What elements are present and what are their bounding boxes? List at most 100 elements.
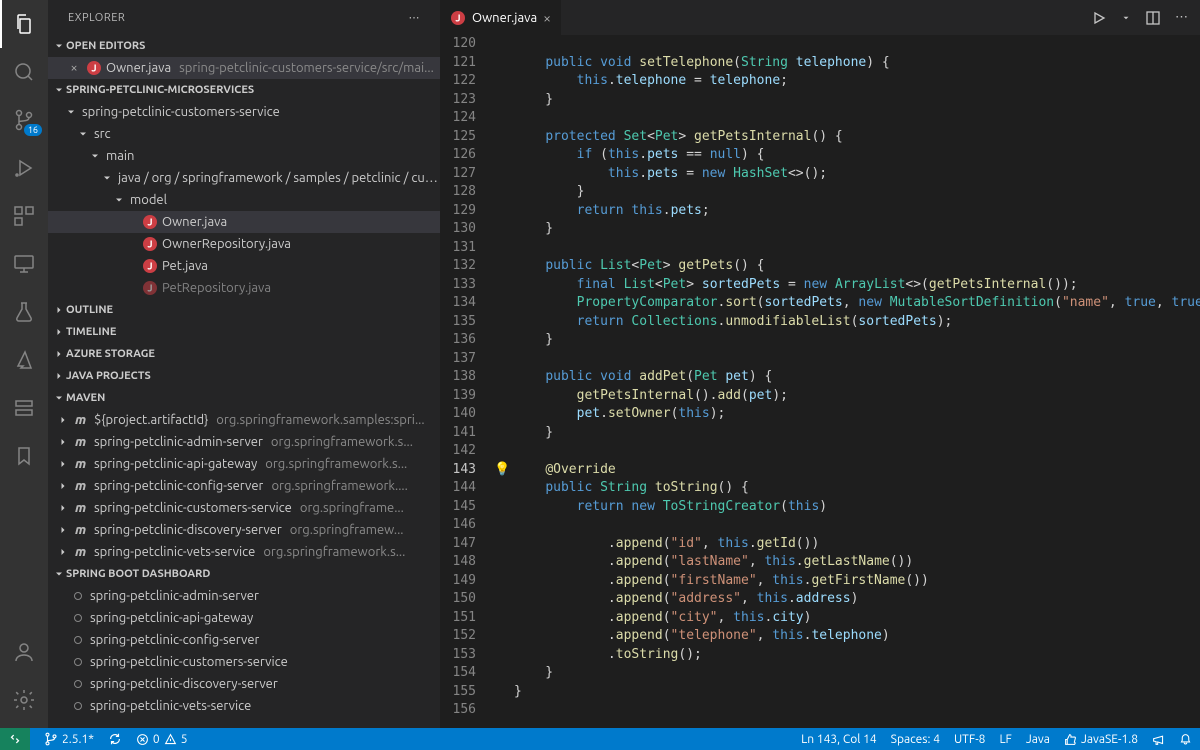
maven-project-item[interactable]: m${project.artifactId}org.springframewor… [48, 409, 440, 431]
monitor-icon [12, 252, 36, 276]
maven-project-item[interactable]: mspring-petclinic-config-serverorg.sprin… [48, 475, 440, 497]
code-content[interactable]: public void setTelephone(String telephon… [514, 35, 1200, 728]
tab-close-icon[interactable]: × [543, 10, 551, 26]
status-ln-col[interactable]: Ln 143, Col 14 [801, 733, 877, 746]
chevron-right-icon [56, 502, 70, 514]
maven-icon: m [74, 522, 90, 538]
tree-label: spring-petclinic-customers-service [90, 655, 288, 669]
chevron-down-icon [52, 387, 66, 409]
tree-label: main [106, 149, 134, 163]
remote-icon [8, 732, 22, 746]
maven-project-item[interactable]: mspring-petclinic-admin-serverorg.spring… [48, 431, 440, 453]
activity-db[interactable] [0, 384, 48, 432]
open-editor-item[interactable]: × J Owner.java spring-petclinic-customer… [48, 57, 440, 79]
springdash-app-item[interactable]: spring-petclinic-api-gateway [48, 607, 440, 629]
file-item[interactable]: JOwnerRepository.java [48, 233, 440, 255]
tree-label: spring-petclinic-api-gateway [94, 457, 257, 471]
tree-label: Pet.java [162, 259, 208, 273]
pane-javaprojects[interactable]: JAVA PROJECTS [48, 365, 440, 387]
status-indent[interactable]: Spaces: 4 [891, 733, 940, 746]
open-editor-label: Owner.java [106, 61, 171, 75]
git-branch-icon [44, 732, 58, 746]
file-item[interactable]: JPetRepository.java [48, 277, 440, 299]
gear-icon [12, 688, 36, 712]
split-editor-button[interactable] [1145, 10, 1161, 26]
chevron-right-icon [56, 414, 70, 426]
activity-testing[interactable] [0, 288, 48, 336]
maven-project-item[interactable]: mspring-petclinic-api-gatewayorg.springf… [48, 453, 440, 475]
activity-scm[interactable]: 16 [0, 96, 48, 144]
pane-springdash[interactable]: SPRING BOOT DASHBOARD [48, 563, 440, 585]
svg-text:J: J [147, 239, 152, 250]
editor-more-button[interactable]: ⋯ [1175, 10, 1188, 25]
folder-item[interactable]: main [48, 145, 440, 167]
status-branch[interactable]: 2.5.1* [44, 732, 94, 746]
activity-debug[interactable] [0, 144, 48, 192]
run-menu-chevron[interactable] [1121, 13, 1131, 23]
tree-label: ${project.artifactId} [94, 413, 208, 427]
status-encoding[interactable]: UTF-8 [954, 733, 985, 746]
status-dot-icon [70, 676, 86, 692]
springdash-tree: spring-petclinic-admin-server spring-petc… [48, 585, 440, 717]
sidebar: EXPLORER ⋯ OPEN EDITORS × J Owner.java s… [48, 0, 440, 728]
activity-settings[interactable] [0, 676, 48, 724]
maven-icon: m [74, 500, 90, 516]
file-item[interactable]: J Pet.java [48, 255, 440, 277]
folder-item[interactable]: src [48, 123, 440, 145]
status-feedback[interactable] [1152, 733, 1165, 746]
maven-project-item[interactable]: mspring-petclinic-discovery-serverorg.sp… [48, 519, 440, 541]
activity-bookmark[interactable] [0, 432, 48, 480]
activity-azure[interactable] [0, 336, 48, 384]
status-eol[interactable]: LF [999, 733, 1011, 746]
activity-remote-explorer[interactable] [0, 240, 48, 288]
tree-hint: org.springframework.s... [265, 457, 407, 471]
maven-tree: m ${project.artifactId} org.springframewor… [48, 409, 440, 563]
maven-project-item[interactable]: mspring-petclinic-customers-serviceorg.s… [48, 497, 440, 519]
status-jdk[interactable]: JavaSE-1.8 [1064, 733, 1138, 746]
springdash-app-item[interactable]: spring-petclinic-admin-server [48, 585, 440, 607]
close-icon[interactable]: × [66, 61, 82, 75]
pane-maven[interactable]: MAVEN [48, 387, 440, 409]
run-button[interactable] [1091, 10, 1107, 26]
tree-label: spring-petclinic-discovery-server [90, 677, 278, 691]
pane-timeline[interactable]: TIMELINE [48, 321, 440, 343]
status-language[interactable]: Java [1026, 733, 1050, 746]
folder-item[interactable]: java / org / springframework / samples /… [48, 167, 440, 189]
tree-hint: org.springframe... [300, 501, 404, 515]
tab-owner-java[interactable]: J Owner.java × [440, 0, 562, 35]
file-item[interactable]: JOwner.java [48, 211, 440, 233]
azure-icon [12, 348, 36, 372]
pane-workspace[interactable]: SPRING-PETCLINIC-MICROSERVICES [48, 79, 440, 101]
activity-extensions[interactable] [0, 192, 48, 240]
activity-accounts[interactable] [0, 628, 48, 676]
pane-label: AZURE STORAGE [66, 348, 155, 360]
scm-badge: 16 [24, 124, 42, 136]
status-problems[interactable]: 0 5 [136, 733, 188, 746]
megaphone-icon [1152, 733, 1165, 746]
springdash-app-item[interactable]: spring-petclinic-customers-service [48, 651, 440, 673]
code-editor[interactable]: 1201211221231241251261271281291301311321… [440, 35, 1200, 728]
bell-icon [1179, 733, 1192, 746]
svg-text:J: J [147, 261, 152, 272]
springdash-app-item[interactable]: spring-petclinic-vets-service [48, 695, 440, 717]
activity-explorer[interactable] [0, 0, 48, 48]
tree-label: spring-petclinic-customers-service [82, 105, 280, 119]
folder-item[interactable]: spring-petclinic-customers-service [48, 101, 440, 123]
springdash-app-item[interactable]: spring-petclinic-discovery-server [48, 673, 440, 695]
activity-search[interactable] [0, 48, 48, 96]
maven-project-item[interactable]: mspring-petclinic-vets-serviceorg.spring… [48, 541, 440, 563]
pane-label: SPRING-PETCLINIC-MICROSERVICES [66, 84, 254, 96]
tree-label: spring-petclinic-api-gateway [90, 611, 253, 625]
sidebar-menu-button[interactable]: ⋯ [409, 11, 421, 24]
pane-open-editors[interactable]: OPEN EDITORS [48, 35, 440, 57]
pane-outline[interactable]: OUTLINE [48, 299, 440, 321]
status-sync[interactable] [108, 732, 122, 746]
springdash-app-item[interactable]: spring-petclinic-config-server [48, 629, 440, 651]
pane-azure[interactable]: AZURE STORAGE [48, 343, 440, 365]
status-bell[interactable] [1179, 733, 1192, 746]
tree-label: spring-petclinic-config-server [94, 479, 263, 493]
status-remote[interactable] [0, 728, 30, 750]
maven-icon: m [74, 434, 90, 450]
folder-item[interactable]: model [48, 189, 440, 211]
tree-label: spring-petclinic-admin-server [90, 589, 259, 603]
